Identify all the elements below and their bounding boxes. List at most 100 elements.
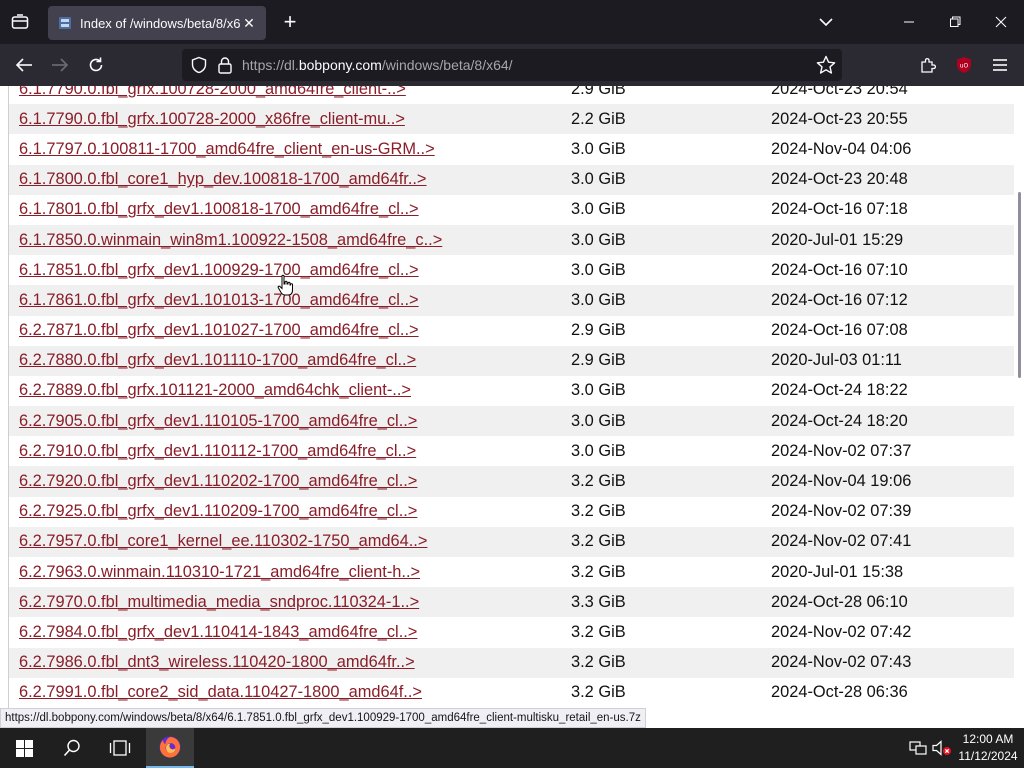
lock-icon[interactable]	[217, 56, 233, 74]
forward-icon[interactable]	[46, 52, 74, 78]
table-row: 6.1.7801.0.fbl_grfx_dev1.100818-1700_amd…	[9, 195, 1014, 225]
new-tab-icon[interactable]: +	[278, 9, 302, 34]
file-date-cell: 2024-Oct-16 07:10	[771, 260, 908, 279]
hand-cursor-icon	[277, 274, 293, 296]
table-row: 6.2.7957.0.fbl_core1_kernel_ee.110302-17…	[9, 526, 1014, 557]
file-name-cell: 6.1.7850.0.winmain_win8m1.100922-1508_am…	[9, 224, 561, 256]
file-link[interactable]: 6.2.7871.0.fbl_grfx_dev1.101027-1700_amd…	[19, 321, 419, 339]
bobpony-favicon	[59, 17, 71, 29]
file-link[interactable]: 6.2.7920.0.fbl_grfx_dev1.110202-1700_amd…	[19, 472, 417, 490]
task-view-icon[interactable]	[96, 728, 144, 768]
maximize-icon[interactable]	[932, 0, 978, 44]
file-date-cell: 2024-Oct-24 18:22	[771, 381, 908, 400]
file-date-cell: 2024-Nov-04 19:06	[761, 466, 1014, 497]
extensions-icon[interactable]	[914, 52, 942, 78]
file-link[interactable]: 6.1.7851.0.fbl_grfx_dev1.100929-1700_amd…	[19, 261, 419, 279]
file-name-cell: 6.2.7984.0.fbl_grfx_dev1.110414-1843_amd…	[9, 617, 561, 647]
firefox-icon	[159, 736, 181, 758]
search-icon[interactable]	[48, 728, 96, 768]
vertical-scrollbar[interactable]	[1016, 86, 1024, 728]
url-text[interactable]: https://dl.bobpony.com/windows/beta/8/x6…	[242, 57, 513, 73]
table-row: 6.2.7910.0.fbl_grfx_dev1.110112-1700_amd…	[9, 436, 1014, 466]
table-row: 6.2.7984.0.fbl_grfx_dev1.110414-1843_amd…	[9, 617, 1014, 647]
url-path: /windows/beta/8/x64/	[381, 57, 513, 73]
chevron-down-icon[interactable]	[814, 10, 838, 34]
file-size-cell: 3.0 GiB	[571, 441, 626, 460]
file-size-cell: 2.9 GiB	[571, 86, 626, 98]
ublock-icon[interactable]: uO	[950, 52, 978, 78]
file-size-cell: 3.0 GiB	[571, 260, 626, 279]
window-close-icon[interactable]	[978, 0, 1024, 44]
taskbar-clock[interactable]: 12:00 AM 11/12/2024	[956, 731, 1020, 765]
file-link[interactable]: 6.1.7861.0.fbl_grfx_dev1.101013-1700_amd…	[19, 291, 419, 309]
navigation-toolbar: https://dl.bobpony.com/windows/beta/8/x6…	[0, 44, 1024, 86]
table-row: 6.1.7790.0.fbl_grfx.100728-2000_amd64fre…	[9, 86, 1014, 104]
back-icon[interactable]	[10, 52, 38, 78]
file-link[interactable]: 6.2.7925.0.fbl_grfx_dev1.110209-1700_amd…	[19, 502, 417, 520]
table-row: 6.1.7790.0.fbl_grfx.100728-2000_x86fre_c…	[9, 104, 1014, 135]
file-size-cell: 3.2 GiB	[571, 502, 626, 521]
file-link[interactable]: 6.1.7790.0.fbl_grfx.100728-2000_amd64fre…	[19, 86, 406, 98]
table-row: 6.2.7880.0.fbl_grfx_dev1.101110-1700_amd…	[9, 345, 1014, 376]
file-date-cell: 2024-Oct-28 06:10	[761, 587, 1014, 618]
file-link[interactable]: 6.2.7910.0.fbl_grfx_dev1.110112-1700_amd…	[19, 442, 416, 460]
file-size-cell: 3.2 GiB	[561, 526, 761, 557]
file-link[interactable]: 6.1.7850.0.winmain_win8m1.100922-1508_am…	[19, 231, 442, 249]
file-date-cell: 2024-Oct-16 07:08	[771, 321, 908, 340]
file-name-cell: 6.2.7920.0.fbl_grfx_dev1.110202-1700_amd…	[9, 466, 561, 497]
file-link[interactable]: 6.2.7957.0.fbl_core1_kernel_ee.110302-17…	[19, 532, 427, 550]
svg-text:uO: uO	[960, 63, 969, 70]
url-bar[interactable]: https://dl.bobpony.com/windows/beta/8/x6…	[182, 49, 842, 81]
file-link[interactable]: 6.1.7797.0.100811-1700_amd64fre_client_e…	[19, 140, 435, 158]
windows-start-icon[interactable]	[0, 728, 48, 768]
file-size-cell: 2.9 GiB	[561, 345, 761, 376]
page-content: 6.1.7790.0.fbl_grfx.100728-2000_amd64fre…	[0, 86, 1016, 728]
reload-icon[interactable]	[82, 52, 110, 78]
file-date-cell: 2024-Oct-23 20:48	[761, 164, 1014, 195]
table-row: 6.1.7861.0.fbl_grfx_dev1.101013-1700_amd…	[9, 285, 1014, 316]
file-size-cell: 3.2 GiB	[561, 647, 761, 678]
file-date-cell: 2024-Oct-16 07:12	[761, 285, 1014, 316]
volume-muted-icon[interactable]	[932, 738, 952, 758]
file-link[interactable]: 6.1.7790.0.fbl_grfx.100728-2000_x86fre_c…	[19, 110, 405, 128]
file-link[interactable]: 6.2.7991.0.fbl_core2_sid_data.110427-180…	[19, 683, 422, 701]
file-date-cell: 2024-Oct-24 18:20	[761, 406, 1014, 437]
file-size-cell: 3.0 GiB	[561, 285, 761, 316]
file-link[interactable]: 6.2.7889.0.fbl_grfx.101121-2000_amd64chk…	[19, 381, 411, 399]
file-link[interactable]: 6.2.7970.0.fbl_multimedia_media_sndproc.…	[19, 593, 419, 611]
bookmark-star-icon[interactable]	[816, 55, 836, 75]
scrollbar-thumb[interactable]	[1018, 192, 1021, 378]
file-date-cell: 2024-Oct-23 20:54	[771, 86, 908, 98]
windows-taskbar: 12:00 AM 11/12/2024	[0, 728, 1024, 768]
file-date-cell: 2020-Jul-01 15:38	[771, 562, 904, 581]
file-date-cell: 2024-Nov-02 07:37	[771, 441, 912, 460]
clock-time: 12:00 AM	[962, 732, 1014, 746]
file-size-cell: 3.3 GiB	[561, 587, 761, 618]
tab-list-button[interactable]	[8, 10, 32, 34]
minimize-icon[interactable]	[886, 0, 932, 44]
menu-icon[interactable]	[986, 52, 1014, 78]
file-link[interactable]: 6.2.7880.0.fbl_grfx_dev1.101110-1700_amd…	[19, 351, 416, 369]
file-link[interactable]: 6.2.7984.0.fbl_grfx_dev1.110414-1843_amd…	[19, 623, 417, 641]
firefox-taskbar-button[interactable]	[146, 728, 194, 768]
shield-icon[interactable]	[190, 56, 208, 74]
file-date-cell: 2020-Jul-01 15:29	[761, 224, 1014, 256]
file-link[interactable]: 6.2.7963.0.winmain.110310-1721_amd64fre_…	[19, 563, 420, 581]
file-name-cell: 6.1.7790.0.fbl_grfx.100728-2000_x86fre_c…	[9, 104, 561, 135]
table-row: 6.1.7800.0.fbl_core1_hyp_dev.100818-1700…	[9, 164, 1014, 195]
file-name-cell: 6.1.7801.0.fbl_grfx_dev1.100818-1700_amd…	[9, 195, 561, 225]
close-icon[interactable]: ✕	[240, 14, 258, 32]
file-link[interactable]: 6.1.7800.0.fbl_core1_hyp_dev.100818-1700…	[19, 170, 427, 188]
file-link[interactable]: 6.2.7986.0.fbl_dnt3_wireless.110420-1800…	[19, 653, 415, 671]
table-row: 6.2.7889.0.fbl_grfx.101121-2000_amd64chk…	[9, 376, 1014, 406]
file-link[interactable]: 6.2.7905.0.fbl_grfx_dev1.110105-1700_amd…	[19, 412, 417, 430]
table-row: 6.2.7970.0.fbl_multimedia_media_sndproc.…	[9, 587, 1014, 618]
file-name-cell: 6.2.7963.0.winmain.110310-1721_amd64fre_…	[9, 557, 561, 587]
file-date-cell: 2024-Nov-02 07:43	[761, 647, 1014, 678]
file-link[interactable]: 6.1.7801.0.fbl_grfx_dev1.100818-1700_amd…	[19, 200, 419, 218]
network-icon[interactable]	[908, 738, 928, 758]
tab-title: Index of /windows/beta/8/x64/	[80, 15, 240, 31]
file-name-cell: 6.2.7991.0.fbl_core2_sid_data.110427-180…	[9, 678, 561, 708]
tab-active[interactable]: Index of /windows/beta/8/x64/ ✕	[48, 6, 266, 40]
file-date-cell: 2024-Nov-02 07:42	[771, 622, 912, 641]
